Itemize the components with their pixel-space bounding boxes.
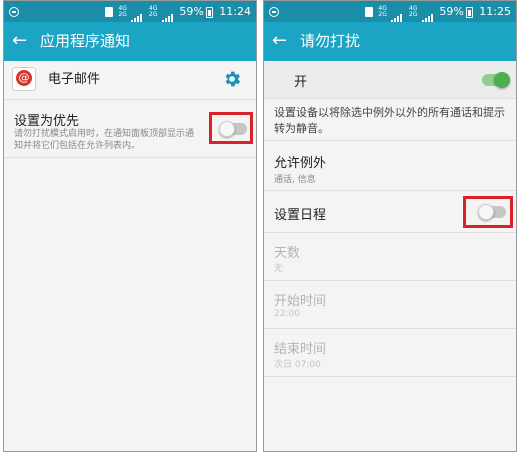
- set-priority-title: 设置为优先: [14, 114, 80, 129]
- sim-icon: [104, 7, 113, 17]
- set-schedule-title: 设置日程: [274, 208, 327, 223]
- battery-percent: 59%: [179, 5, 204, 18]
- status-time: 11:24: [219, 5, 251, 18]
- gear-icon[interactable]: [222, 69, 242, 89]
- app-bar: ← 应用程序通知: [4, 22, 256, 61]
- email-app-icon: [12, 67, 36, 91]
- status-time: 11:25: [479, 5, 511, 18]
- sim-icon: [364, 7, 373, 17]
- network-2g-label-2: 2G: [148, 11, 158, 18]
- end-time-title: 结束时间: [274, 342, 327, 357]
- signal-icon: [391, 2, 403, 23]
- network-2g-label: 2G: [118, 11, 127, 18]
- app-bar: ← 请勿打扰: [264, 22, 516, 61]
- start-time-title: 开始时间: [274, 294, 327, 309]
- signal-icon-2: [161, 2, 174, 23]
- app-name: 电子邮件: [48, 72, 101, 87]
- status-bar: 4G 2G 4G 2G 59% 11:25: [264, 1, 516, 23]
- highlight-box: [209, 112, 253, 144]
- dnd-master-toggle[interactable]: [482, 72, 510, 88]
- toggle-knob: [494, 72, 510, 88]
- set-priority-description: 请勿打扰模式启用时，在通知面板顶部显示通知并将它们包括在允许列表内。: [14, 129, 195, 151]
- status-bar: 4G 2G 4G 2G 59% 11:24: [4, 1, 256, 23]
- signal-icon-2: [421, 2, 434, 23]
- app-header-row: 电子邮件: [4, 61, 256, 100]
- allow-exceptions-title: 允许例外: [274, 156, 327, 171]
- dnd-status-icon: [9, 7, 19, 17]
- back-arrow-icon[interactable]: ←: [272, 31, 287, 51]
- right-phone-screen: 4G 2G 4G 2G 59% 11:25 ← 请勿打扰 开 设置设备以将除选中例外…: [263, 0, 517, 452]
- dnd-description: 设置设备以将除选中例外以外的所有通话和提示转为静音。: [274, 106, 505, 135]
- signal-icon: [131, 2, 143, 23]
- page-title: 请勿打扰: [300, 32, 361, 50]
- network-2g-label: 2G: [378, 11, 387, 18]
- left-phone-screen: 4G2G 4G2G 59% 11:24 ← 应用程序通知 电子邮件 设置为优先 …: [3, 0, 257, 452]
- set-priority-row[interactable]: 设置为优先 请勿打扰模式启用时，在通知面板顶部显示通知并将它们包括在允许列表内。: [4, 100, 256, 158]
- dnd-description-row: 设置设备以将除选中例外以外的所有通话和提示转为静音。: [264, 99, 516, 141]
- dnd-status-icon: [269, 7, 279, 17]
- start-time-row: 开始时间 22:00: [264, 281, 516, 329]
- allow-exceptions-sub: 通话, 信息: [274, 175, 316, 185]
- back-arrow-icon[interactable]: ←: [12, 31, 27, 51]
- days-title: 天数: [274, 246, 301, 261]
- days-value: 无: [274, 264, 284, 274]
- battery-icon: [205, 6, 213, 18]
- start-time-value: 22:00: [274, 309, 300, 319]
- allow-exceptions-row[interactable]: 允许例外 通话, 信息: [264, 141, 516, 191]
- end-time-row: 结束时间 次日 07:00: [264, 329, 516, 377]
- network-2g-label-2: 2G: [408, 11, 418, 18]
- battery-icon: [465, 6, 473, 18]
- days-row: 天数 无: [264, 233, 516, 281]
- end-time-value: 次日 07:00: [274, 360, 321, 370]
- battery-percent: 59%: [439, 5, 464, 18]
- dnd-master-row[interactable]: 开: [264, 61, 516, 99]
- highlight-box: [463, 196, 513, 228]
- set-schedule-row[interactable]: 设置日程: [264, 191, 516, 233]
- dnd-master-label: 开: [294, 75, 308, 90]
- page-title: 应用程序通知: [40, 32, 131, 50]
